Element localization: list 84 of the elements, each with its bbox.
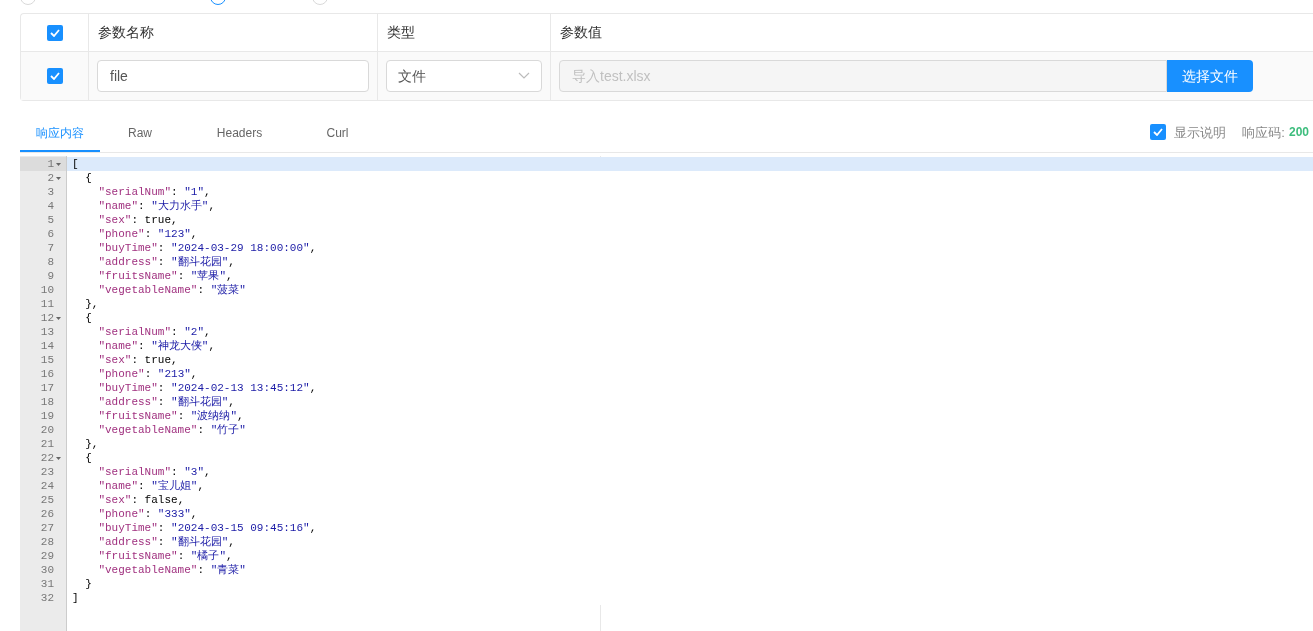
line-number: 1 xyxy=(47,157,54,171)
code-line: { xyxy=(84,172,92,184)
code-line: "buyTime": "2024-03-15 09:45:16", xyxy=(97,522,317,534)
code-line: "serialNum": "3", xyxy=(97,466,211,478)
code-line: "vegetableName": "竹子" xyxy=(97,424,246,436)
checkbox[interactable] xyxy=(1150,124,1167,141)
code-line: "name": "大力水手", xyxy=(97,200,216,212)
status-label: 响应码: xyxy=(1242,123,1285,142)
tab[interactable]: Raw xyxy=(100,116,180,152)
line-number: 30 xyxy=(40,563,54,577)
code-line: { xyxy=(84,312,92,324)
line-number: 17 xyxy=(40,381,54,395)
code-line: "fruitsName": "苹果", xyxy=(97,270,233,282)
line-number: 4 xyxy=(47,199,54,213)
line-number: 9 xyxy=(47,269,54,283)
code-line: "sex": false, xyxy=(97,494,185,506)
code-line: "vegetableName": "青菜" xyxy=(97,564,246,576)
code-line: [ xyxy=(72,158,79,170)
code-line: "address": "翻斗花园", xyxy=(97,536,235,548)
line-number: 2 xyxy=(47,171,54,185)
line-number: 20 xyxy=(40,423,54,437)
code-line: "sex": true, xyxy=(97,214,178,226)
code-line: "fruitsName": "波纳纳", xyxy=(97,410,244,422)
code-line: "serialNum": "2", xyxy=(97,326,211,338)
tab[interactable]: Headers xyxy=(180,116,299,152)
line-number: 5 xyxy=(47,213,54,227)
line-number: 8 xyxy=(47,255,54,269)
column-header: 类型 xyxy=(387,23,415,42)
code-line: }, xyxy=(84,438,99,450)
line-number: 12 xyxy=(40,311,54,325)
code-line: "sex": true, xyxy=(97,354,178,366)
line-number: 27 xyxy=(40,521,54,535)
code-line: "phone": "213", xyxy=(97,368,198,380)
code-line: "name": "神龙大侠", xyxy=(97,340,216,352)
line-number: 23 xyxy=(40,465,54,479)
code-line: "address": "翻斗花园", xyxy=(97,396,235,408)
code-line: "phone": "333", xyxy=(97,508,198,520)
code-line: "name": "宝儿姐", xyxy=(97,480,205,492)
checkmark-icon xyxy=(1153,128,1164,137)
line-number: 31 xyxy=(40,577,54,591)
code-line: "address": "翻斗花园", xyxy=(97,256,235,268)
line-number: 32 xyxy=(40,591,54,605)
code-line: ] xyxy=(72,592,79,604)
line-number: 15 xyxy=(40,353,54,367)
line-number: 19 xyxy=(40,409,54,423)
type-select[interactable]: 文件 xyxy=(386,60,542,92)
line-number: 16 xyxy=(40,367,54,381)
status-code: 200 xyxy=(1288,124,1309,142)
checkbox[interactable] xyxy=(46,24,63,41)
line-number: 11 xyxy=(40,297,54,311)
code-line: "vegetableName": "菠菜" xyxy=(97,284,246,296)
checkmark-icon xyxy=(49,72,60,80)
line-number: 28 xyxy=(40,535,54,549)
code-line: { xyxy=(84,452,92,464)
code-line: "phone": "123", xyxy=(97,228,198,240)
line-number: 7 xyxy=(47,241,54,255)
line-number: 26 xyxy=(40,507,54,521)
line-number: 21 xyxy=(40,437,54,451)
line-number: 13 xyxy=(40,325,54,339)
code-line: "buyTime": "2024-02-13 13:45:12", xyxy=(97,382,317,394)
checkmark-icon xyxy=(49,28,60,37)
checkbox[interactable] xyxy=(46,68,63,84)
line-number: 10 xyxy=(40,283,54,297)
code-line: "buyTime": "2024-03-29 18:00:00", xyxy=(97,242,317,254)
caret-icon xyxy=(518,72,530,80)
code-line: "serialNum": "1", xyxy=(97,186,211,198)
show-description-label: 显示说明 xyxy=(1174,123,1227,142)
column-header: 参数名称 xyxy=(98,23,154,42)
code-line: "fruitsName": "橘子", xyxy=(97,550,233,562)
line-number: 22 xyxy=(40,451,54,465)
code-line: } xyxy=(84,578,92,590)
line-number: 29 xyxy=(40,549,54,563)
line-number: 6 xyxy=(47,227,54,241)
name-field[interactable]: file xyxy=(97,60,369,92)
code-line: }, xyxy=(84,298,99,310)
tab[interactable]: 响应内容 xyxy=(20,116,100,152)
tab[interactable]: Curl xyxy=(299,116,376,152)
line-number: 25 xyxy=(40,493,54,507)
line-number: 24 xyxy=(40,479,54,493)
line-number: 18 xyxy=(40,395,54,409)
line-number: 3 xyxy=(47,185,54,199)
choose-file-button[interactable]: 选择文件 xyxy=(1167,60,1253,92)
column-header: 参数值 xyxy=(560,23,602,42)
line-number: 14 xyxy=(40,339,54,353)
